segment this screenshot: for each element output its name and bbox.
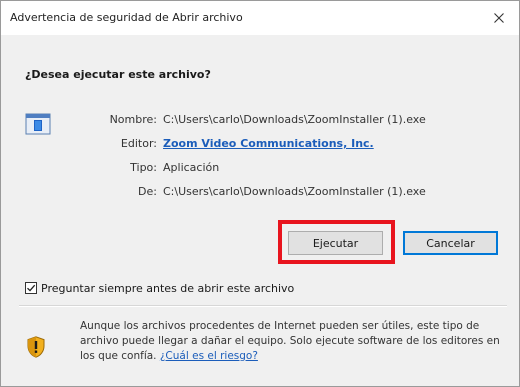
type-value: Aplicación	[163, 161, 220, 174]
checkmark-icon	[27, 284, 36, 292]
window-title: Advertencia de seguridad de Abrir archiv…	[10, 11, 243, 24]
question-heading: ¿Desea ejecutar este archivo?	[25, 68, 211, 81]
always-ask-label: Preguntar siempre antes de abrir este ar…	[41, 281, 295, 295]
type-label: Tipo:	[130, 161, 157, 174]
security-warning-dialog: Advertencia de seguridad de Abrir archiv…	[0, 0, 520, 387]
risk-link[interactable]: ¿Cuál es el riesgo?	[160, 350, 258, 362]
from-value: C:\Users\carlo\Downloads\ZoomInstaller (…	[163, 185, 426, 198]
from-label: De:	[138, 185, 157, 198]
name-value: C:\Users\carlo\Downloads\ZoomInstaller (…	[163, 113, 426, 126]
cancel-button[interactable]: Cancelar	[403, 231, 498, 255]
run-button[interactable]: Ejecutar	[288, 231, 383, 255]
close-button[interactable]	[479, 1, 519, 35]
publisher-label: Editor:	[120, 137, 157, 150]
name-label: Nombre:	[109, 113, 157, 126]
publisher-link[interactable]: Zoom Video Communications, Inc.	[163, 137, 374, 150]
shield-warning-icon	[27, 336, 45, 358]
warning-text: Aunque los archivos procedentes de Inter…	[80, 320, 500, 362]
title-bar: Advertencia de seguridad de Abrir archiv…	[1, 1, 519, 35]
warning-message: Aunque los archivos procedentes de Inter…	[80, 319, 510, 364]
close-icon	[494, 13, 504, 23]
application-window-icon	[25, 113, 51, 135]
divider-highlight	[19, 306, 507, 307]
always-ask-checkbox[interactable]	[25, 282, 37, 294]
always-ask-checkbox-row[interactable]: Preguntar siempre antes de abrir este ar…	[25, 281, 294, 295]
